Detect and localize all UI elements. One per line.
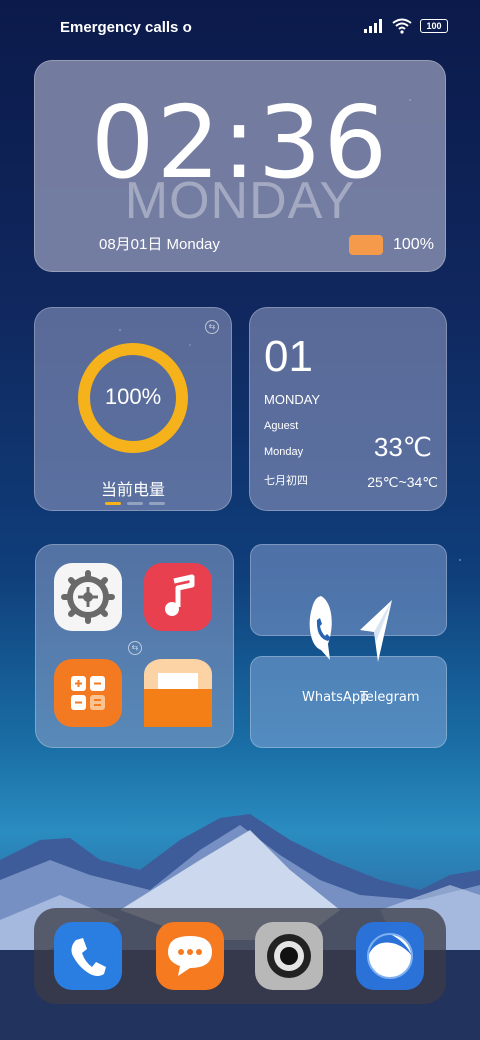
telegram-label[interactable]: Telegram [360,690,420,705]
messages-app[interactable] [156,922,224,990]
battery-swatch [349,235,383,255]
battery-icon: 100 [420,19,448,33]
carrier-text: Emergency calls o [60,19,192,36]
swap-icon: ⇆ [205,320,219,334]
battery-label: 当前电量 [100,482,165,499]
swap-icon: ⇆ [128,641,142,655]
wifi-icon [392,18,412,34]
status-bar: Emergency calls o 100 [0,0,480,56]
notes-icon [144,659,212,727]
music-app[interactable] [144,563,212,631]
temperature: 33℃ [373,432,432,462]
browser-app[interactable] [356,922,424,990]
date-weather-widget[interactable]: 01 MONDAY Aguest Monday 七月初四 33℃ 25℃~34℃ [249,307,447,511]
phone-icon [71,938,106,976]
lunar-date: 七月初四 [264,475,308,487]
calculator-icon [71,676,105,710]
chat-bubble-icon [168,936,212,976]
page-dot [127,502,143,505]
clock-battery-percent: 100% [393,236,434,253]
browser-icon [367,933,413,979]
gear-icon [61,570,115,624]
battery-widget[interactable]: ⇆ 100% 当前电量 [34,307,232,511]
signal-icon [364,19,382,33]
phone-app[interactable] [54,922,122,990]
telegram-icon[interactable] [358,598,394,666]
weekday-caps: MONDAY [264,392,321,407]
month-label: Aguest [264,420,299,432]
shortcut-panel-top [250,544,447,636]
dock [34,908,446,1004]
clock-widget[interactable]: MONDAY 02:36 08月01日 Monday 100% [34,60,446,272]
calculator-app[interactable] [54,659,122,727]
music-note-icon [165,574,195,616]
notes-app[interactable] [144,659,212,727]
settings-app[interactable] [54,563,122,631]
day-number: 01 [264,332,313,381]
camera-app[interactable] [255,922,323,990]
clock-time: 02:36 [90,84,390,201]
clock-date: 08月01日 Monday [99,236,220,253]
weekday-label: Monday [264,446,304,458]
page-dot [149,502,165,505]
temperature-range: 25℃~34℃ [367,474,438,490]
page-indicator [105,502,165,505]
camera-icon [267,934,311,978]
whatsapp-icon[interactable] [306,594,336,664]
page-dot-active [105,502,121,505]
status-icons: 100 [364,18,448,34]
app-folder[interactable]: ⇆ [35,544,234,748]
battery-percent: 100% [104,384,162,409]
whatsapp-label[interactable]: WhatsApp [302,690,368,705]
